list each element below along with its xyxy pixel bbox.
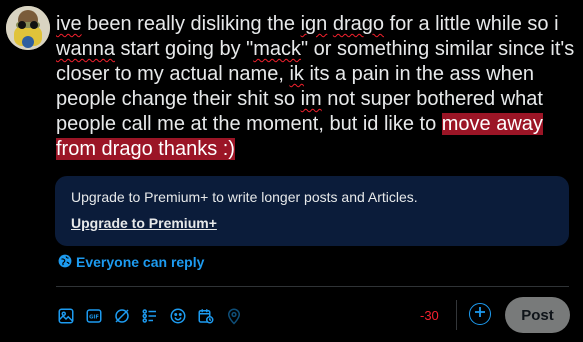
- misspelled-word: ign: [300, 13, 328, 35]
- post-text-segment: been really disliking the: [81, 13, 301, 35]
- schedule-icon[interactable]: [194, 304, 218, 328]
- post-text-segment: for a little while so i: [384, 13, 559, 35]
- misspelled-word: mack: [253, 38, 302, 60]
- globe-icon: [58, 254, 72, 271]
- poll-icon[interactable]: [138, 304, 162, 328]
- character-counter: -30: [420, 308, 439, 323]
- image-icon[interactable]: [54, 304, 78, 328]
- post-button[interactable]: Post: [505, 297, 570, 333]
- misspelled-word: im: [300, 88, 322, 110]
- divider: [56, 286, 569, 287]
- misspelled-word: ik: [289, 63, 304, 85]
- add-post-button[interactable]: [469, 303, 491, 325]
- toolbar-separator: [456, 300, 457, 330]
- location-icon[interactable]: [222, 304, 246, 328]
- plus-icon: [474, 305, 486, 323]
- premium-upsell-banner: Upgrade to Premium+ to write longer post…: [55, 176, 569, 246]
- composer-toolbar: GIF: [54, 302, 246, 330]
- upgrade-premium-link[interactable]: Upgrade to Premium+: [71, 215, 217, 231]
- reply-setting-button[interactable]: Everyone can reply: [58, 252, 204, 272]
- reply-setting-label: Everyone can reply: [76, 254, 205, 270]
- misspelled-word: wanna: [56, 38, 115, 60]
- avatar[interactable]: [6, 6, 50, 50]
- grok-icon[interactable]: [110, 304, 134, 328]
- misspelled-word: ive: [56, 13, 82, 35]
- gif-icon[interactable]: GIF: [82, 304, 106, 328]
- post-text-editor[interactable]: ive been really disliking the ign drago …: [56, 12, 578, 162]
- misspelled-word: drago: [332, 13, 385, 35]
- premium-message: Upgrade to Premium+ to write longer post…: [71, 189, 418, 205]
- post-text-segment: start going by ": [114, 38, 254, 60]
- emoji-icon[interactable]: [166, 304, 190, 328]
- svg-text:GIF: GIF: [89, 315, 99, 321]
